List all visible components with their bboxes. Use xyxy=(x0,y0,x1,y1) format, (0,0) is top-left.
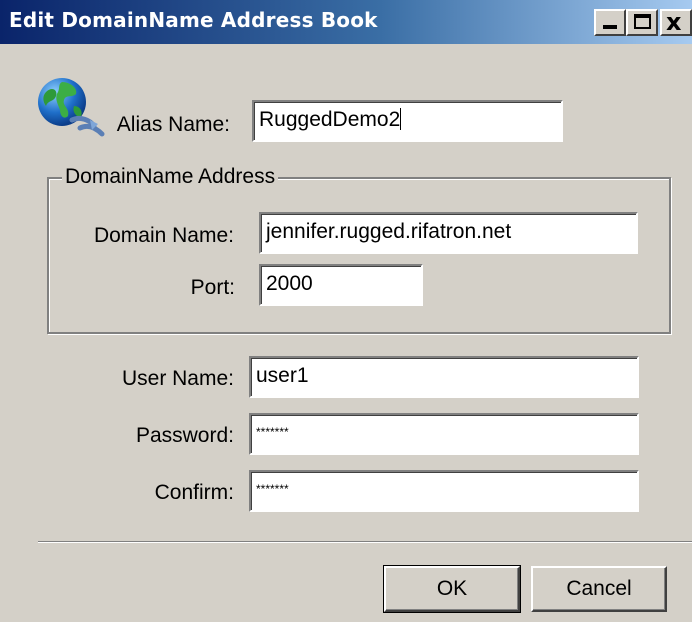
edit-address-dialog: Edit DomainName Address Book x Alias Nam… xyxy=(0,0,692,622)
domain-name-label: Domain Name: xyxy=(93,224,234,247)
confirm-value: ******* xyxy=(256,482,289,496)
maximize-button[interactable] xyxy=(626,9,658,36)
separator-line xyxy=(38,541,692,543)
port-input[interactable]: 2000 xyxy=(259,264,423,306)
domainname-address-group xyxy=(47,177,671,334)
confirm-password-input[interactable]: ******* xyxy=(249,470,639,512)
port-label: Port: xyxy=(190,276,235,299)
domain-name-input[interactable]: jennifer.rugged.rifatron.net xyxy=(259,212,638,254)
close-icon: x xyxy=(666,8,682,36)
alias-name-input[interactable]: RuggedDemo2 xyxy=(252,100,563,142)
domainname-address-legend: DomainName Address xyxy=(62,165,279,189)
cancel-button[interactable]: Cancel xyxy=(531,566,667,612)
alias-name-label: Alias Name: xyxy=(116,113,230,136)
password-label: Password: xyxy=(135,424,234,447)
user-name-label: User Name: xyxy=(121,367,234,390)
alias-name-value: RuggedDemo2 xyxy=(259,108,401,131)
globe-network-icon xyxy=(38,78,105,137)
close-button[interactable]: x xyxy=(660,8,692,36)
minimize-button[interactable] xyxy=(594,9,626,36)
password-input[interactable]: ******* xyxy=(249,413,639,455)
window-title: Edit DomainName Address Book xyxy=(9,8,378,32)
text-caret xyxy=(400,108,402,130)
confirm-label: Confirm: xyxy=(154,481,234,504)
title-bar[interactable]: Edit DomainName Address Book x xyxy=(0,0,692,44)
password-value: ******* xyxy=(256,425,289,439)
user-name-value: user1 xyxy=(256,364,309,387)
domain-name-value: jennifer.rugged.rifatron.net xyxy=(266,220,512,243)
ok-button[interactable]: OK xyxy=(383,565,521,613)
user-name-input[interactable]: user1 xyxy=(249,356,639,398)
minimize-icon xyxy=(603,25,617,29)
port-value: 2000 xyxy=(266,272,313,295)
maximize-icon xyxy=(634,14,651,29)
